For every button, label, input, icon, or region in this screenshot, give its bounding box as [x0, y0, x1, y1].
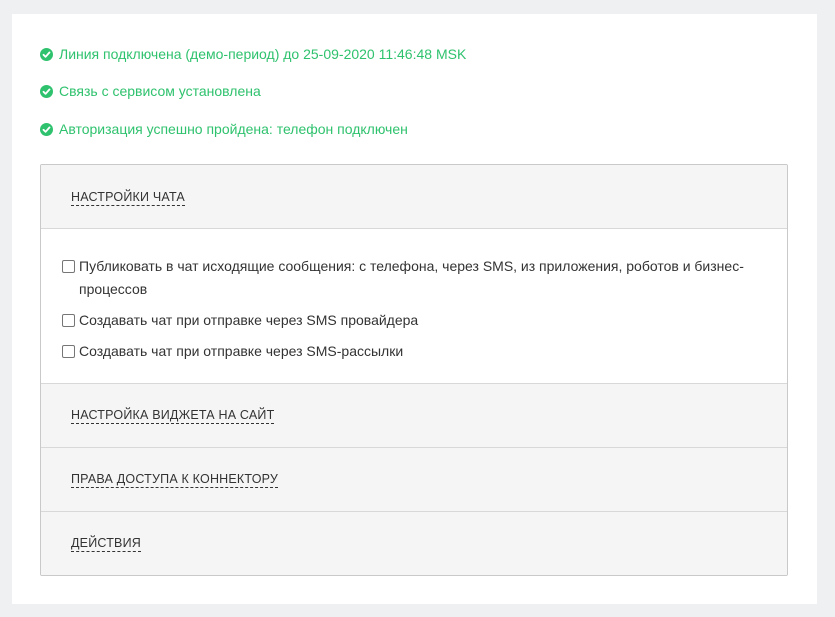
section-title: ДЕЙСТВИЯ — [71, 536, 141, 552]
section-title: ПРАВА ДОСТУПА К КОННЕКТОРУ — [71, 472, 279, 488]
option-create-chat-sms-mailing: Создавать чат при отправке через SMS-рас… — [62, 340, 767, 363]
create-chat-sms-mailing-checkbox[interactable] — [62, 345, 75, 358]
section-title: НАСТРОЙКА ВИДЖЕТА НА САЙТ — [71, 408, 275, 424]
check-circle-icon — [40, 84, 53, 98]
option-label: Создавать чат при отправке через SMS про… — [79, 312, 419, 328]
status-line-auth: Авторизация успешно пройдена: телефон по… — [40, 120, 408, 138]
section-title: НАСТРОЙКИ ЧАТА — [71, 190, 185, 206]
create-chat-sms-provider-checkbox[interactable] — [62, 314, 75, 327]
status-text: Авторизация успешно пройдена: телефон по… — [59, 121, 408, 137]
connector-settings-card: Линия подключена (демо-период) до 25-09-… — [12, 14, 817, 604]
option-label: Создавать чат при отправке через SMS-рас… — [79, 343, 404, 359]
option-publish-outgoing: Публиковать в чат исходящие сообщения: с… — [62, 255, 767, 301]
section-header-widget-settings[interactable]: НАСТРОЙКА ВИДЖЕТА НА САЙТ — [41, 384, 787, 448]
section-header-access-rights[interactable]: ПРАВА ДОСТУПА К КОННЕКТОРУ — [41, 448, 787, 512]
status-line-service: Связь с сервисом установлена — [40, 82, 261, 100]
option-label: Публиковать в чат исходящие сообщения: с… — [79, 258, 744, 297]
option-create-chat-sms-provider: Создавать чат при отправке через SMS про… — [62, 309, 767, 332]
check-circle-icon — [40, 122, 53, 136]
status-text: Линия подключена (демо-период) до 25-09-… — [59, 46, 467, 62]
status-text: Связь с сервисом установлена — [59, 83, 261, 99]
publish-outgoing-checkbox[interactable] — [62, 260, 75, 273]
section-header-actions[interactable]: ДЕЙСТВИЯ — [41, 512, 787, 575]
check-circle-icon — [40, 47, 53, 61]
settings-accordion: НАСТРОЙКИ ЧАТА Публиковать в чат исходящ… — [40, 164, 788, 576]
section-body-chat-settings: Публиковать в чат исходящие сообщения: с… — [41, 229, 787, 384]
status-line-connected: Линия подключена (демо-период) до 25-09-… — [40, 45, 466, 63]
section-header-chat-settings[interactable]: НАСТРОЙКИ ЧАТА — [41, 165, 787, 229]
